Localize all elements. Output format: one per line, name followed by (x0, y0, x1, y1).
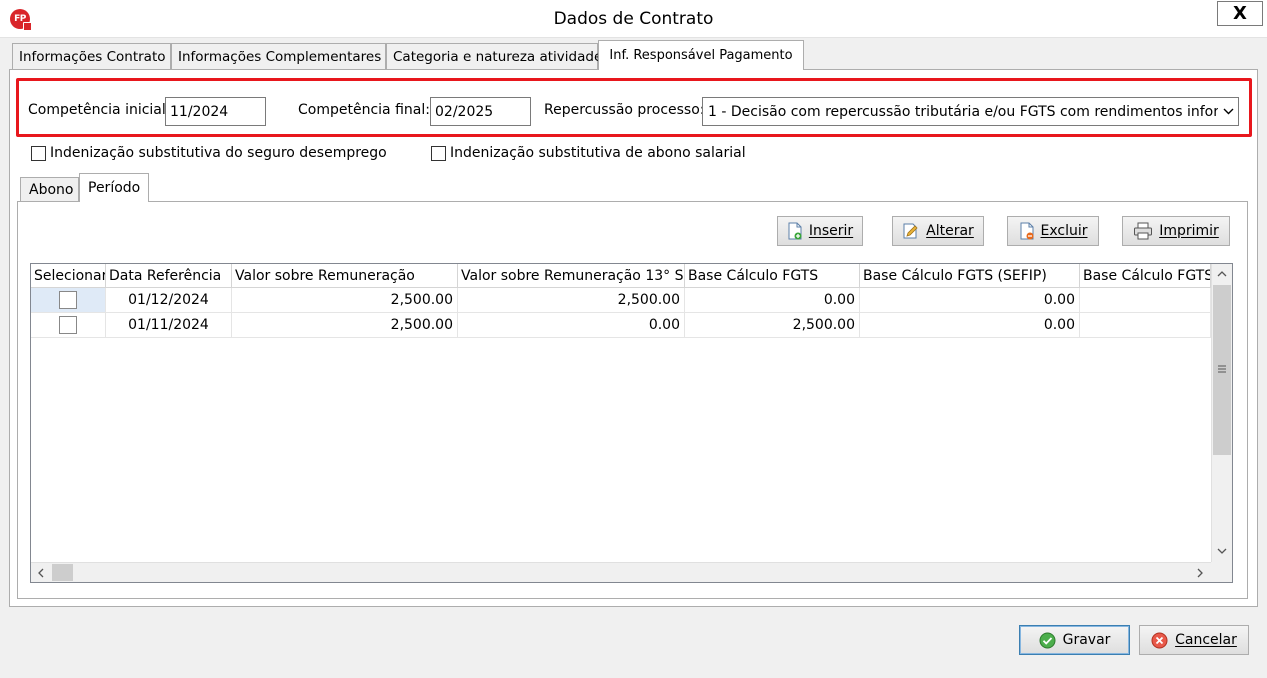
tab-label: Período (88, 180, 141, 196)
valor-remuneracao-cell: 2,500.00 (232, 288, 458, 313)
abono-salarial-checkbox[interactable] (431, 146, 446, 161)
window-title: Dados de Contrato (553, 9, 714, 29)
alterar-button[interactable]: Alterar (892, 216, 984, 246)
data-referencia-cell: 01/11/2024 (106, 313, 232, 338)
close-icon: X (1233, 3, 1247, 24)
scrollbar-corner (1211, 562, 1232, 582)
chevron-up-icon[interactable] (1212, 264, 1232, 284)
document-delete-icon (1020, 222, 1033, 240)
imprimir-button[interactable]: Imprimir (1122, 216, 1230, 246)
row-select-checkbox[interactable] (59, 291, 77, 309)
tab-label: Informações Contrato (19, 48, 166, 65)
check-icon (1039, 632, 1056, 648)
scroll-thumb[interactable] (52, 564, 73, 581)
seguro-desemprego-label: Indenização substitutiva do seguro desem… (50, 145, 387, 161)
abono-salarial-label: Indenização substitutiva de abono salari… (450, 145, 746, 161)
data-referencia-cell: 01/12/2024 (106, 288, 232, 313)
vertical-scrollbar[interactable] (1211, 264, 1232, 562)
tab-inf-responsavel-pagamento[interactable]: Inf. Responsável Pagamento (598, 40, 804, 70)
base-fgts-dec-cell (1080, 288, 1211, 313)
row-select-checkbox[interactable] (59, 316, 77, 334)
horizontal-scrollbar[interactable] (31, 562, 1211, 582)
column-header-base-fgts[interactable]: Base Cálculo FGTS (685, 264, 860, 288)
valor-13-cell: 0.00 (458, 313, 685, 338)
tab-label: Abono (29, 181, 74, 198)
tab-informacoes-complementares[interactable]: Informações Complementares (171, 43, 386, 69)
column-header-valor-remuneracao[interactable]: Valor sobre Remuneração (232, 264, 458, 288)
valor-remuneracao-cell: 2,500.00 (232, 313, 458, 338)
imprimir-label: Imprimir (1159, 223, 1219, 239)
tab-label: Inf. Responsável Pagamento (609, 48, 793, 63)
repercussao-selected-value: 1 - Decisão com repercussão tributária e… (708, 103, 1218, 120)
competencia-final-input[interactable]: 02/2025 (430, 97, 531, 126)
periodo-grid[interactable]: Selecionar Data Referência Valor sobre R… (30, 263, 1233, 583)
competencia-inicial-input[interactable]: 11/2024 (165, 97, 266, 126)
base-fgts-cell: 0.00 (685, 288, 860, 313)
tab-informacoes-contrato[interactable]: Informações Contrato (12, 43, 171, 69)
table-row[interactable] (31, 313, 106, 338)
valor-13-cell: 2,500.00 (458, 288, 685, 313)
column-header-base-fgts-dec[interactable]: Base Cálculo FGTS (Dec (1080, 264, 1211, 288)
inserir-label: Inserir (808, 223, 854, 239)
column-header-data-referencia[interactable]: Data Referência (106, 264, 232, 288)
cancelar-button[interactable]: Cancelar (1139, 625, 1249, 655)
tab-periodo[interactable]: Período (79, 173, 149, 202)
column-header-base-fgts-sefip[interactable]: Base Cálculo FGTS (SEFIP) (860, 264, 1080, 288)
cancel-icon (1151, 632, 1168, 648)
seguro-desemprego-checkbox[interactable] (31, 146, 46, 161)
chevron-down-icon[interactable] (1212, 541, 1232, 561)
tab-categoria-natureza[interactable]: Categoria e natureza atividade (386, 43, 602, 69)
chevron-left-icon[interactable] (31, 563, 51, 582)
base-fgts-sefip-cell: 0.00 (860, 288, 1080, 313)
repercussao-select[interactable]: 1 - Decisão com repercussão tributária e… (702, 97, 1239, 126)
gravar-button[interactable]: Gravar (1019, 625, 1130, 655)
printer-icon (1134, 222, 1153, 240)
base-fgts-sefip-cell: 0.00 (860, 313, 1080, 338)
gravar-label: Gravar (1062, 632, 1111, 648)
grip-icon (1218, 365, 1226, 373)
column-header-valor-13[interactable]: Valor sobre Remuneração 13° Sal. (458, 264, 685, 288)
inserir-button[interactable]: Inserir (777, 216, 863, 246)
cancelar-label: Cancelar (1175, 632, 1237, 648)
table-row[interactable] (31, 288, 106, 313)
excluir-button[interactable]: Excluir (1007, 216, 1099, 246)
chevron-right-icon[interactable] (1190, 563, 1210, 582)
tab-abono[interactable]: Abono (20, 177, 79, 201)
tab-label: Categoria e natureza atividade (393, 48, 603, 65)
excluir-label: Excluir (1040, 223, 1088, 239)
base-fgts-cell: 2,500.00 (685, 313, 860, 338)
close-button[interactable]: X (1217, 1, 1263, 26)
chevron-down-icon[interactable] (1218, 98, 1238, 125)
document-add-icon (788, 222, 802, 240)
alterar-label: Alterar (926, 223, 974, 239)
scroll-thumb[interactable] (1213, 285, 1231, 455)
edit-pencil-icon (903, 223, 918, 239)
base-fgts-dec-cell (1080, 313, 1211, 338)
competencia-final-label: Competência final: (298, 102, 430, 118)
competencia-inicial-label: Competência inicial: (28, 102, 171, 118)
repercussao-label: Repercussão processo: (544, 102, 705, 118)
column-header-selecionar[interactable]: Selecionar (31, 264, 106, 288)
tab-label: Informações Complementares (178, 48, 382, 65)
